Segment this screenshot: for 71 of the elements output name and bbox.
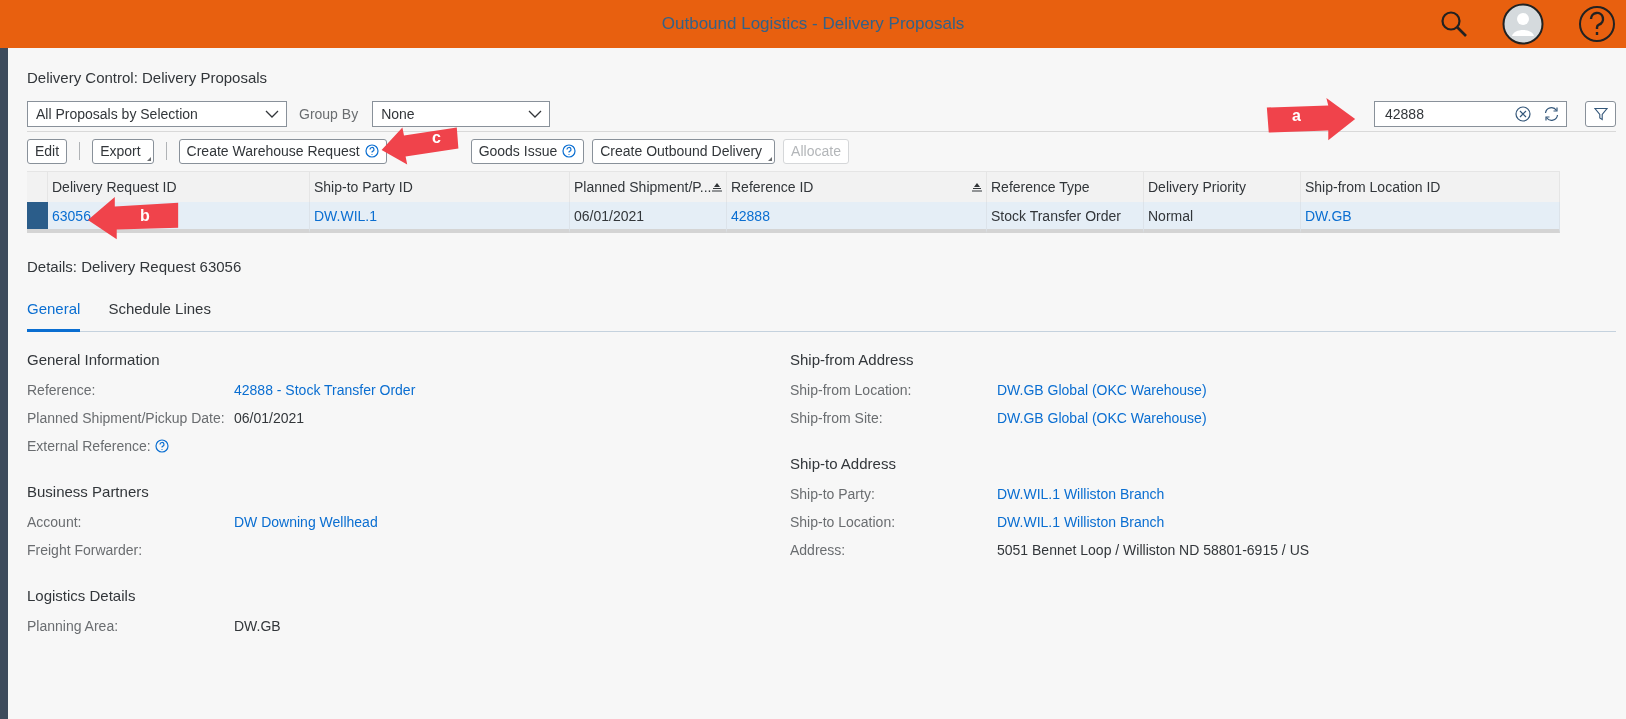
field-label: Reference: <box>27 382 96 398</box>
field-value: 5051 Bennet Loop / Williston ND 58801-6915 / US <box>997 542 1310 558</box>
details-title: Details: Delivery Request 63056 <box>27 258 242 275</box>
table-cell[interactable]: 42888 <box>727 202 987 233</box>
callout-label: a <box>1292 107 1301 125</box>
section-title: Ship-from Address <box>790 351 914 368</box>
row-selector[interactable] <box>27 202 48 233</box>
field-label: External Reference: <box>27 438 151 454</box>
tab[interactable]: Schedule Lines <box>108 292 211 332</box>
toolbar-button[interactable]: Goods Issue <box>470 138 585 164</box>
column-header[interactable]: Reference Type <box>987 171 1144 202</box>
search-icon[interactable] <box>1440 10 1468 38</box>
section-title: Business Partners <box>27 483 149 500</box>
field-label: Ship-from Site: <box>790 410 883 426</box>
selector-header <box>27 171 48 202</box>
table-cell[interactable]: DW.WIL.1 <box>310 202 570 233</box>
avatar-icon[interactable] <box>1502 3 1544 45</box>
table-cell[interactable]: DW.GB <box>1301 202 1560 233</box>
callout-label: b <box>140 207 150 225</box>
refresh-icon[interactable] <box>1543 106 1560 122</box>
help-icon[interactable] <box>364 144 379 158</box>
field-link[interactable]: DW.WIL.1 Williston Branch <box>997 486 1165 502</box>
field-label: Address: <box>790 542 846 558</box>
column-header[interactable]: Delivery Priority <box>1144 171 1301 202</box>
help-icon[interactable] <box>1578 5 1616 43</box>
chevron-down-icon <box>527 109 544 119</box>
sort-icon <box>712 182 722 192</box>
field-label: Freight Forwarder: <box>27 542 143 558</box>
column-header[interactable]: Delivery Request ID <box>48 171 310 202</box>
field-value: 06/01/2021 <box>234 410 305 426</box>
clear-icon[interactable] <box>1515 106 1531 122</box>
table-cell: 06/01/2021 <box>570 202 727 233</box>
filter-button[interactable] <box>1585 101 1616 127</box>
chevron-down-icon <box>264 109 280 119</box>
help-icon[interactable] <box>154 439 169 453</box>
field-label: Ship-to Location: <box>790 514 896 530</box>
toolbar-button[interactable]: Create Outbound Delivery <box>592 138 776 164</box>
field-link[interactable]: DW Downing Wellhead <box>234 514 378 530</box>
search-field[interactable]: 42888 <box>1374 101 1567 127</box>
toolbar-button[interactable]: Edit <box>27 138 68 164</box>
column-header[interactable]: Planned Shipment/P... <box>570 171 727 202</box>
field-label: Planned Shipment/Pickup Date: <box>27 410 225 426</box>
section-title: Logistics Details <box>27 587 136 604</box>
toolbar-button[interactable]: Export <box>92 138 154 164</box>
field-link[interactable]: DW.GB Global (OKC Warehouse) <box>997 382 1207 398</box>
tab[interactable]: General <box>27 292 81 332</box>
field-label: Ship-from Location: <box>790 382 912 398</box>
field-link[interactable]: DW.GB Global (OKC Warehouse) <box>997 410 1207 426</box>
column-header[interactable]: Reference ID <box>727 171 987 202</box>
field-value: DW.GB <box>234 618 281 634</box>
section-title: General Information <box>27 351 160 368</box>
field-label: Account: <box>27 514 82 530</box>
column-header[interactable]: Ship-to Party ID <box>310 171 570 202</box>
column-header[interactable]: Ship-from Location ID <box>1301 171 1560 202</box>
field-label: Planning Area: <box>27 618 119 634</box>
sort-icon <box>972 182 982 192</box>
help-icon[interactable] <box>562 144 577 158</box>
section-title: Ship-to Address <box>790 455 896 472</box>
table-cell: Stock Transfer Order <box>987 202 1144 233</box>
group-by-select[interactable]: None <box>372 101 551 127</box>
field-link[interactable]: DW.WIL.1 Williston Branch <box>997 514 1165 530</box>
toolbar-button[interactable]: Create Warehouse Request <box>178 138 387 164</box>
table-cell: Normal <box>1144 202 1301 233</box>
page-title: Delivery Control: Delivery Proposals <box>27 69 268 86</box>
field-link[interactable]: 42888 - Stock Transfer Order <box>234 382 416 398</box>
filter-icon <box>1593 107 1608 121</box>
group-by-label: Group By <box>299 106 359 122</box>
variant-select[interactable]: All Proposals by Selection <box>27 101 287 127</box>
field-label: Ship-to Party: <box>790 486 875 502</box>
callout-label: c <box>432 129 441 147</box>
app-title: Outbound Logistics - Delivery Proposals <box>661 14 965 33</box>
